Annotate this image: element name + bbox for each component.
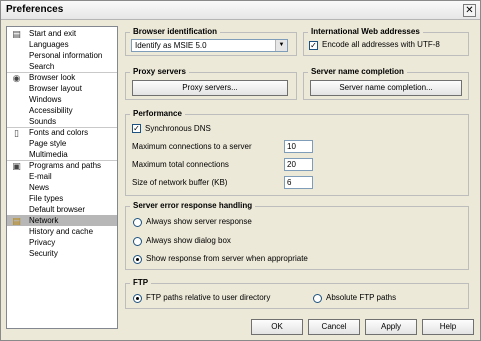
nav-item-default-browser[interactable]: Default browser [7,204,117,215]
server-name-completion-title: Server name completion [308,67,407,77]
ftp-title: FTP [130,278,152,288]
nav-item-network[interactable]: Network [7,215,117,226]
show-response-when-appropriate-label: Show response from server when appropria… [146,254,308,263]
nav-item-start-and-exit[interactable]: Start and exit [7,28,117,39]
max-connections-server-label: Maximum connections to a server [132,142,252,151]
browser-identification-group: Browser identification Identify as MSIE … [125,27,297,56]
proxy-servers-title: Proxy servers [130,67,189,77]
help-button[interactable]: Help [422,319,474,335]
cancel-button[interactable]: Cancel [308,319,360,335]
browser-identification-title: Browser identification [130,27,221,37]
nav-item-browser-look[interactable]: Browser look [7,72,117,83]
nav-item-programs-and-paths[interactable]: Programs and paths [7,160,117,171]
preferences-window: Preferences ✕ ▤ Start and exit Languages… [0,0,481,341]
network-buffer-size-label: Size of network buffer (KB) [132,178,228,187]
nav-item-security[interactable]: Security [7,248,117,259]
international-web-addresses-title: International Web addresses [308,27,423,37]
browser-identification-select[interactable]: Identify as MSIE 5.0 ▼ [131,39,288,52]
always-show-dialog-box-label: Always show dialog box [146,236,231,245]
nav-item-personal-information[interactable]: Personal information [7,50,117,61]
always-show-dialog-box-radio[interactable] [133,237,142,246]
max-total-connections-input[interactable]: 20 [284,158,313,171]
nav-item-windows[interactable]: Windows [7,94,117,105]
window-title: Preferences [6,4,64,15]
max-connections-server-input[interactable]: 10 [284,140,313,153]
nav-item-languages[interactable]: Languages [7,39,117,50]
nav-item-history-and-cache[interactable]: History and cache [7,226,117,237]
ok-button[interactable]: OK [251,319,303,335]
chevron-down-icon[interactable]: ▼ [275,40,287,51]
browser-identification-value: Identify as MSIE 5.0 [135,41,207,50]
nav-item-e-mail[interactable]: E-mail [7,171,117,182]
preferences-category-list[interactable]: ▤ Start and exit Languages Personal info… [6,26,118,329]
nav-item-browser-layout[interactable]: Browser layout [7,83,117,94]
server-name-completion-group: Server name completion Server name compl… [303,67,469,100]
ftp-absolute-paths-radio[interactable] [313,294,322,303]
utf8-encode-label: Encode all addresses with UTF-8 [322,40,440,49]
nav-item-multimedia[interactable]: Multimedia [7,149,117,160]
nav-item-fonts-and-colors[interactable]: Fonts and colors [7,127,117,138]
nav-item-search[interactable]: Search [7,61,117,72]
server-error-handling-group: Server error response handling Always sh… [125,201,469,270]
always-show-server-response-label: Always show server response [146,217,252,226]
nav-item-accessibility[interactable]: Accessibility [7,105,117,116]
nav-item-privacy[interactable]: Privacy [7,237,117,248]
lock-icon: ▤ [12,216,21,226]
server-name-completion-button[interactable]: Server name completion... [310,80,462,96]
international-web-addresses-group: International Web addresses ✓ Encode all… [303,27,469,56]
always-show-server-response-radio[interactable] [133,218,142,227]
ftp-group: FTP FTP paths relative to user directory… [125,278,469,309]
nav-item-file-types[interactable]: File types [7,193,117,204]
proxy-servers-button[interactable]: Proxy servers... [132,80,288,96]
close-icon[interactable]: ✕ [463,4,476,17]
apply-button[interactable]: Apply [365,319,417,335]
synchronous-dns-checkbox[interactable]: ✓ [132,124,141,133]
nav-item-page-style[interactable]: Page style [7,138,117,149]
ftp-relative-paths-radio[interactable] [133,294,142,303]
synchronous-dns-label: Synchronous DNS [145,124,211,133]
max-total-connections-label: Maximum total connections [132,160,229,169]
nav-item-sounds[interactable]: Sounds [7,116,117,127]
ftp-relative-paths-label: FTP paths relative to user directory [146,293,271,302]
network-buffer-size-input[interactable]: 6 [284,176,313,189]
nav-item-news[interactable]: News [7,182,117,193]
ftp-absolute-paths-label: Absolute FTP paths [326,293,397,302]
proxy-servers-group: Proxy servers Proxy servers... [125,67,297,100]
title-bar: Preferences ✕ [1,1,480,20]
performance-group: Performance ✓ Synchronous DNS Maximum co… [125,109,469,196]
show-response-when-appropriate-radio[interactable] [133,255,142,264]
utf8-encode-checkbox[interactable]: ✓ [309,41,318,50]
performance-title: Performance [130,109,185,119]
server-error-handling-title: Server error response handling [130,201,256,211]
